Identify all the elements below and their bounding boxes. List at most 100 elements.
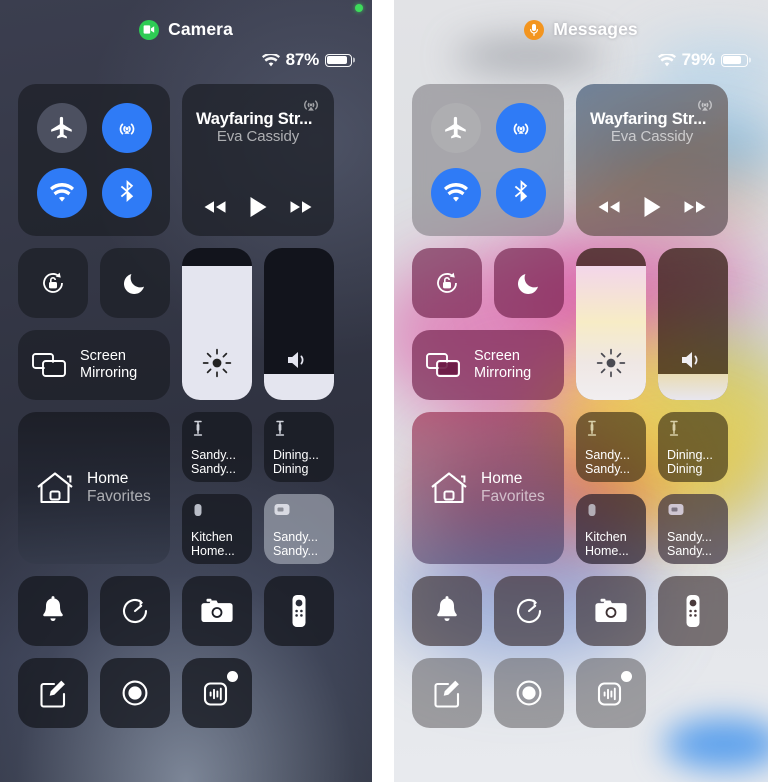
tv-device-icon: [667, 502, 720, 518]
accessory-tile[interactable]: Sandy... Sandy...: [576, 412, 646, 482]
accessory-tile[interactable]: Sandy... Sandy...: [264, 494, 334, 564]
airdrop-button[interactable]: [495, 102, 546, 153]
sound-recognition-button[interactable]: [576, 658, 646, 728]
camera-icon: [139, 19, 160, 40]
airdrop-button[interactable]: [101, 102, 152, 153]
connectivity-tile[interactable]: [412, 84, 564, 236]
home-tile[interactable]: Home Favorites: [18, 412, 170, 564]
rotation-lock-icon: [437, 272, 457, 293]
screen-record-icon: [516, 680, 542, 706]
play-icon[interactable]: [643, 196, 662, 218]
status-bar: 87%: [0, 50, 372, 70]
notes-icon: [40, 680, 66, 708]
airplane-icon: [50, 116, 72, 138]
wifi-button[interactable]: [36, 167, 87, 218]
now-playing-tile[interactable]: Wayfaring Str... Eva Cassidy: [182, 84, 334, 236]
battery-icon: [325, 53, 355, 67]
volume-slider[interactable]: [658, 248, 728, 400]
notes-icon: [434, 680, 460, 708]
now-playing-tile[interactable]: Wayfaring Str... Eva Cassidy: [576, 84, 728, 236]
status-bar: 79%: [394, 50, 768, 70]
do-not-disturb-button[interactable]: [100, 248, 170, 318]
battery-percentage: 79%: [681, 50, 716, 69]
timer-button[interactable]: [494, 576, 564, 646]
brightness-slider[interactable]: [182, 248, 252, 400]
rotation-lock-button[interactable]: [412, 248, 482, 318]
accessory-tile[interactable]: Sandy... Sandy...: [658, 494, 728, 564]
accessory-tile[interactable]: Sandy... Sandy...: [182, 412, 252, 482]
home-tile[interactable]: Home Favorites: [412, 412, 564, 564]
rewind-icon[interactable]: [596, 199, 622, 215]
notification-badge: [621, 671, 632, 682]
bell-icon: [437, 596, 457, 621]
brightness-icon: [202, 348, 232, 378]
apple-tv-remote-button[interactable]: [264, 576, 334, 646]
accessory-tile[interactable]: Dining... Dining: [264, 412, 334, 482]
airdrop-icon: [119, 123, 134, 134]
screen-mirroring-button[interactable]: Screen Mirroring: [18, 330, 170, 400]
home-accessory-grid: Sandy... Sandy... Dining... Dining Kitchen…: [182, 412, 334, 564]
camera-button[interactable]: [182, 576, 252, 646]
wifi-icon: [49, 182, 74, 202]
lamp-icon: [273, 420, 326, 438]
timer-icon: [123, 598, 148, 624]
home-label: Home Favorites: [481, 470, 545, 505]
airplane-mode-button[interactable]: [36, 102, 87, 153]
sound-recognition-button[interactable]: [182, 658, 252, 728]
moon-icon: [517, 274, 538, 295]
wifi-button[interactable]: [430, 167, 481, 218]
fast-forward-icon[interactable]: [288, 199, 314, 215]
accessory-tile[interactable]: Dining... Dining: [658, 412, 728, 482]
screen-record-button[interactable]: [100, 658, 170, 728]
rotation-lock-button[interactable]: [18, 248, 88, 318]
airdrop-icon: [513, 123, 528, 134]
bluetooth-button[interactable]: [101, 167, 152, 218]
remote-icon: [292, 595, 306, 627]
screen-mirroring-label: Screen Mirroring: [474, 348, 532, 381]
accessory-tile[interactable]: Kitchen Home...: [182, 494, 252, 564]
app-privacy-indicator: Messages: [394, 0, 768, 40]
screen-mirroring-icon: [426, 351, 462, 379]
bluetooth-button[interactable]: [495, 167, 546, 218]
speaker-icon: [285, 348, 313, 372]
notes-button[interactable]: [18, 658, 88, 728]
airplane-mode-button[interactable]: [430, 102, 481, 153]
connectivity-tile[interactable]: [18, 84, 170, 236]
screen-record-button[interactable]: [494, 658, 564, 728]
sound-recognition-icon: [597, 682, 622, 706]
bluetooth-icon: [120, 179, 133, 202]
timer-icon: [517, 598, 542, 624]
bell-icon: [43, 596, 63, 621]
moon-icon: [123, 274, 144, 295]
sound-recognition-icon: [203, 682, 228, 706]
tv-device-icon: [273, 502, 326, 518]
wifi-icon: [657, 53, 676, 67]
screen-mirroring-button[interactable]: Screen Mirroring: [412, 330, 564, 400]
accessory-tile[interactable]: Kitchen Home...: [576, 494, 646, 564]
airplay-audio-icon[interactable]: [693, 93, 717, 117]
notification-badge: [227, 671, 238, 682]
camera-body-icon: [595, 598, 627, 622]
camera-button[interactable]: [576, 576, 646, 646]
fast-forward-icon[interactable]: [682, 199, 708, 215]
volume-slider[interactable]: [264, 248, 334, 400]
alarm-button[interactable]: [18, 576, 88, 646]
timer-button[interactable]: [100, 576, 170, 646]
app-indicator-label: Messages: [553, 19, 638, 39]
play-icon[interactable]: [249, 196, 268, 218]
rewind-icon[interactable]: [202, 199, 228, 215]
app-privacy-indicator: Camera: [0, 0, 372, 40]
battery-percentage: 87%: [285, 50, 320, 69]
alarm-button[interactable]: [412, 576, 482, 646]
control-center-grid: Wayfaring Str... Eva Cassidy Screen Mirr…: [0, 70, 372, 728]
rotation-lock-icon: [43, 272, 63, 293]
battery-icon: [721, 53, 751, 67]
do-not-disturb-button[interactable]: [494, 248, 564, 318]
apple-tv-remote-button[interactable]: [658, 576, 728, 646]
wifi-icon: [443, 182, 468, 202]
now-playing-artist: Eva Cassidy: [216, 128, 300, 145]
notes-button[interactable]: [412, 658, 482, 728]
screen-mirroring-icon: [32, 351, 68, 379]
brightness-slider[interactable]: [576, 248, 646, 400]
airplay-audio-icon[interactable]: [299, 93, 323, 117]
